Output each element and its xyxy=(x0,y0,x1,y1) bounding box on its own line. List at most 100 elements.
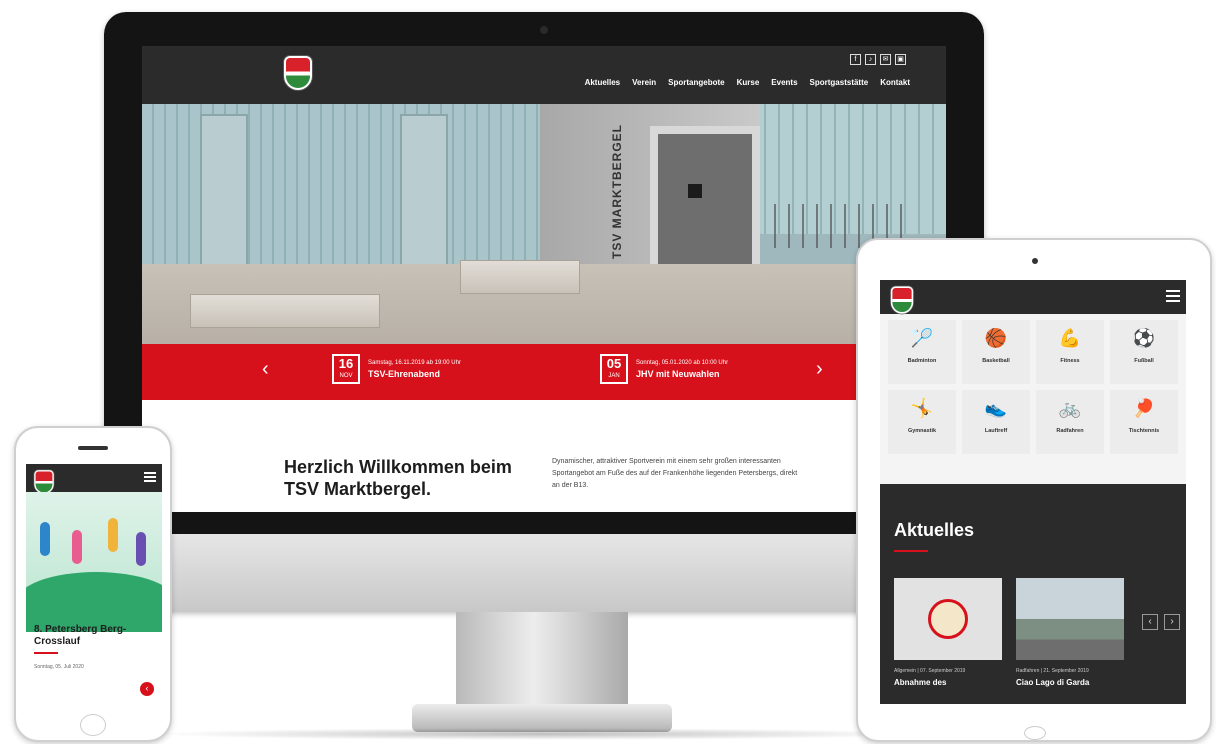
mail-icon[interactable]: ✉ xyxy=(880,54,891,65)
heading-underline xyxy=(894,550,928,552)
event-item[interactable]: 16 NOV Samstag, 16.11.2019 ab 19:00 Uhr … xyxy=(332,354,461,384)
nav-item-sportangebote[interactable]: Sportangebote xyxy=(668,78,724,87)
badge-image xyxy=(928,599,968,639)
sport-label: Basketball xyxy=(982,358,1010,364)
sport-label: Gymnastik xyxy=(907,428,937,434)
basketball-icon: 🏀 xyxy=(984,328,1008,348)
nav-item-events[interactable]: Events xyxy=(771,78,797,87)
article-title: 8. Petersberg Berg-Crosslauf xyxy=(34,624,127,647)
sport-tile-tischtennis[interactable]: 🏓 Tischtennis xyxy=(1110,390,1178,454)
event-meta: Samstag, 16.11.2019 ab 19:00 Uhr xyxy=(368,359,461,366)
event-date-box: 16 NOV xyxy=(332,354,360,384)
phone-screen: 8. Petersberg Berg-Crosslauf Sonntag, 05… xyxy=(26,464,162,710)
social-links: f ♪ ✉ ▣ xyxy=(850,54,906,65)
camera-icon xyxy=(540,26,548,34)
article-date: Sonntag, 05. Juli 2020 xyxy=(34,664,84,670)
sport-tile-badminton[interactable]: 🏸 Badminton xyxy=(888,320,956,384)
device-mockup-stage: f ♪ ✉ ▣ Aktuelles Verein Sportangebote K… xyxy=(0,0,1216,744)
welcome-text: Dynamischer, attraktiver Sportverein mit… xyxy=(552,458,798,489)
tablet-screen: 🏸 Badminton 🏀 Basketball 💪 Fitness ⚽ Fußball… xyxy=(880,280,1186,704)
tablet-device: 🏸 Badminton 🏀 Basketball 💪 Fitness ⚽ Fußball… xyxy=(856,238,1212,742)
runner-figure xyxy=(136,532,146,566)
news-card-title: Abnahme des xyxy=(894,678,947,687)
hero-image: TSV MARKTBERGEL xyxy=(142,104,946,344)
news-section: Aktuelles Allgemein | 07. September 2019… xyxy=(880,484,1186,704)
sport-label: Fitness xyxy=(1060,358,1080,364)
sport-tile-radfahren[interactable]: 🚲 Radfahren xyxy=(1036,390,1104,454)
news-card-meta: Allgemein | 07. September 2019 xyxy=(894,668,966,674)
gymnastics-icon: 🤸 xyxy=(910,398,934,418)
hamburger-menu-icon[interactable] xyxy=(144,472,156,482)
monitor-chin xyxy=(104,534,984,612)
sport-label: Tischtennis xyxy=(1128,428,1160,434)
cycling-icon: 🚲 xyxy=(1058,398,1082,418)
sports-grid: 🏸 Badminton 🏀 Basketball 💪 Fitness ⚽ Fußball… xyxy=(888,320,1182,454)
app-icon[interactable]: ▣ xyxy=(895,54,906,65)
nav-item-kurse[interactable]: Kurse xyxy=(737,78,760,87)
news-card-image xyxy=(894,578,1002,660)
running-icon: 👟 xyxy=(984,398,1008,418)
tiktok-icon[interactable]: ♪ xyxy=(865,54,876,65)
runner-figure xyxy=(72,530,82,564)
building-entrance xyxy=(650,126,760,276)
sport-tile-basketball[interactable]: 🏀 Basketball xyxy=(962,320,1030,384)
news-card[interactable]: Radfahren | 21. September 2019 Ciao Lago… xyxy=(1016,578,1124,687)
news-card-title: Ciao Lago di Garda xyxy=(1016,678,1090,687)
hamburger-menu-icon[interactable] xyxy=(1166,290,1180,302)
nav-item-aktuelles[interactable]: Aktuelles xyxy=(585,78,621,87)
chevron-right-icon[interactable]: › xyxy=(816,358,823,381)
news-card-meta: Radfahren | 21. September 2019 xyxy=(1016,668,1089,674)
sport-label: Fußball xyxy=(1134,358,1154,364)
sport-tile-lauftreff[interactable]: 👟 Lauftreff xyxy=(962,390,1030,454)
home-button[interactable] xyxy=(1024,726,1046,740)
camera-icon xyxy=(1032,258,1038,264)
floor-shadow xyxy=(150,728,930,740)
building-lettering: TSV MARKTBERGEL xyxy=(610,124,624,259)
event-title: JHV mit Neuwahlen xyxy=(636,368,720,379)
events-slider: ‹ 16 NOV Samstag, 16.11.2019 ab 19:00 Uh… xyxy=(142,344,946,400)
site-header: f ♪ ✉ ▣ Aktuelles Verein Sportangebote K… xyxy=(142,46,946,104)
club-logo[interactable] xyxy=(284,56,312,90)
runner-figure xyxy=(40,522,50,556)
news-heading: Aktuelles xyxy=(894,520,975,540)
monitor-stand xyxy=(456,612,628,710)
news-card[interactable]: Allgemein | 07. September 2019 Abnahme d… xyxy=(894,578,1002,687)
speaker-grille xyxy=(78,446,108,450)
phone-header xyxy=(26,464,162,494)
concrete-bench xyxy=(460,260,580,294)
desktop-screen: f ♪ ✉ ▣ Aktuelles Verein Sportangebote K… xyxy=(142,46,946,512)
sport-tile-gymnastik[interactable]: 🤸 Gymnastik xyxy=(888,390,956,454)
pager-next-button[interactable]: › xyxy=(1164,614,1180,630)
home-button[interactable] xyxy=(80,714,106,736)
nav-item-kontakt[interactable]: Kontakt xyxy=(880,78,910,87)
facade-door xyxy=(400,114,448,284)
sport-label: Badminton xyxy=(907,358,937,364)
pager-prev-button[interactable]: ‹ xyxy=(1142,614,1158,630)
fitness-icon: 💪 xyxy=(1058,328,1082,348)
club-logo[interactable] xyxy=(34,470,54,494)
entrance-sign xyxy=(688,184,702,198)
club-logo[interactable] xyxy=(890,286,914,314)
event-meta: Sonntag, 05.01.2020 ab 10:00 Uhr xyxy=(636,359,729,366)
sport-tile-fussball[interactable]: ⚽ Fußball xyxy=(1110,320,1178,384)
nav-item-sportgaststaette[interactable]: Sportgaststätte xyxy=(810,78,869,87)
news-card-image xyxy=(1016,578,1124,660)
event-title: TSV-Ehrenabend xyxy=(368,368,441,379)
badminton-icon: 🏸 xyxy=(910,328,934,348)
event-month: JAN xyxy=(608,373,620,379)
nav-item-verein[interactable]: Verein xyxy=(632,78,656,87)
table-tennis-icon: 🏓 xyxy=(1132,398,1156,418)
concrete-bench xyxy=(190,294,380,328)
event-item[interactable]: 05 JAN Sonntag, 05.01.2020 ab 10:00 Uhr … xyxy=(600,354,728,384)
football-icon: ⚽ xyxy=(1132,328,1156,348)
title-underline xyxy=(34,652,58,654)
event-day: 16 xyxy=(338,356,354,371)
facebook-icon[interactable]: f xyxy=(850,54,861,65)
chevron-left-icon[interactable]: ‹ xyxy=(262,358,269,381)
sport-label: Lauftreff xyxy=(984,428,1008,434)
run-illustration xyxy=(26,492,162,632)
event-date-box: 05 JAN xyxy=(600,354,628,384)
runner-figure xyxy=(108,518,118,552)
back-button[interactable]: ‹ xyxy=(140,682,154,696)
sport-tile-fitness[interactable]: 💪 Fitness xyxy=(1036,320,1104,384)
